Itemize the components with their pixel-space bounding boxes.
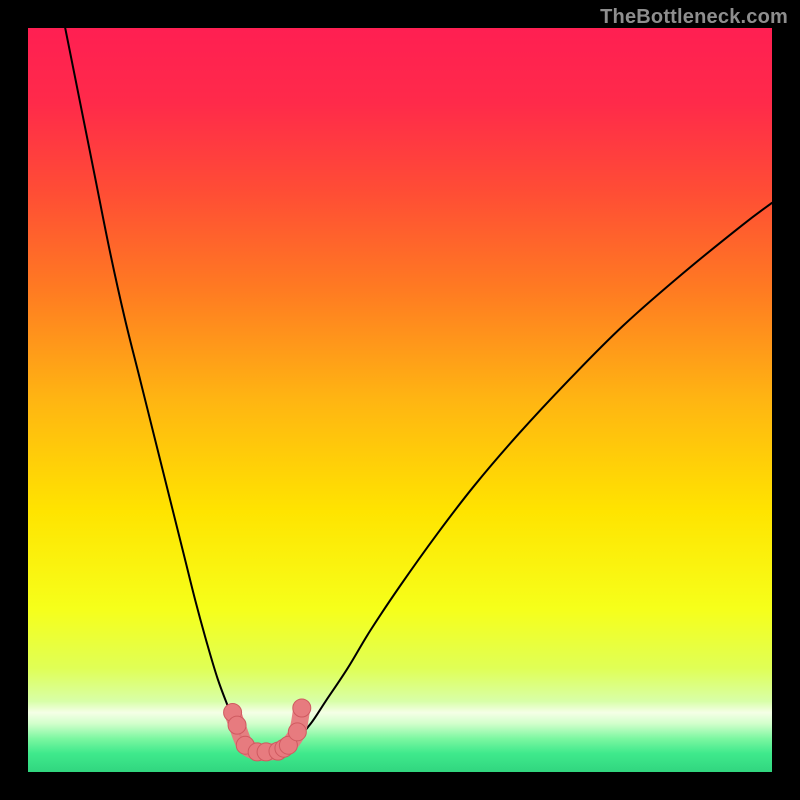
outer-frame: TheBottleneck.com (0, 0, 800, 800)
watermark-text: TheBottleneck.com (600, 6, 788, 29)
highlight-dot (228, 716, 246, 734)
highlight-dot (288, 723, 306, 741)
plot-area (28, 28, 772, 772)
highlight-dot (293, 699, 311, 717)
bottleneck-chart (28, 28, 772, 772)
gradient-background (28, 28, 772, 772)
